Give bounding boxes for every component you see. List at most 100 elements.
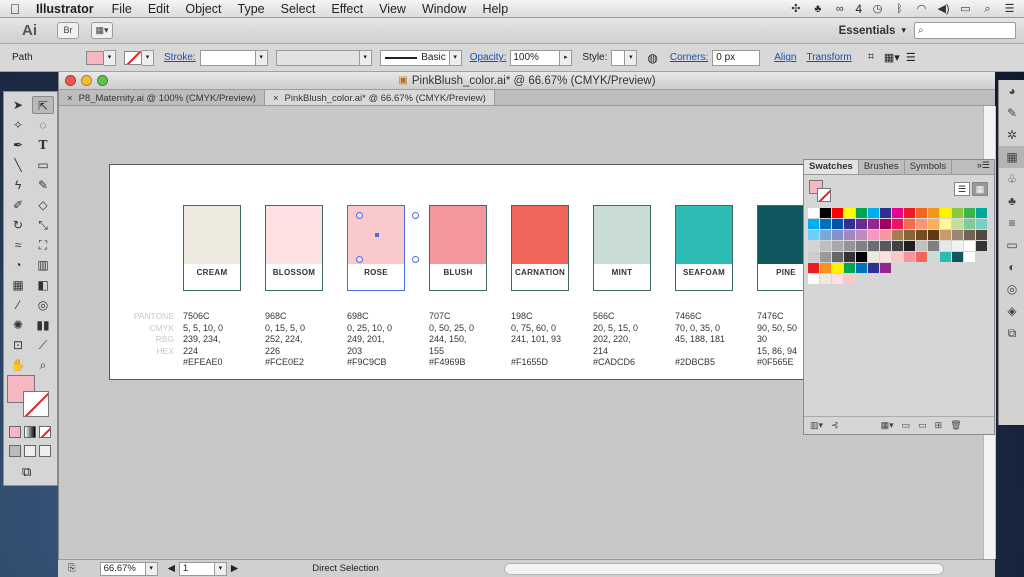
stroke-weight-field[interactable] — [199, 49, 256, 66]
swatch[interactable] — [844, 208, 855, 218]
arrange-documents-button[interactable]: ▦▾ — [91, 22, 113, 39]
swatch[interactable] — [904, 230, 915, 240]
swatch[interactable] — [868, 230, 879, 240]
swatch[interactable] — [880, 208, 891, 218]
stroke-dropdown[interactable]: ▾ — [142, 49, 154, 66]
grid-view-icon[interactable]: ▦ — [972, 182, 988, 196]
corners-field[interactable]: 0 px — [712, 49, 761, 66]
draw-inside-icon[interactable] — [39, 445, 51, 457]
zoom-menu-arrow[interactable]: ▾ — [145, 561, 158, 576]
swatch[interactable] — [880, 219, 891, 229]
artboards-icon[interactable]: ⧉ — [999, 322, 1024, 344]
menu-view[interactable]: View — [371, 2, 414, 16]
swatch[interactable] — [964, 219, 975, 229]
notification-center-icon[interactable]: ☰ — [1003, 3, 1016, 15]
anchor-point-handle[interactable] — [356, 256, 363, 263]
shape-builder-tool-icon[interactable]: ◔ — [7, 256, 29, 274]
volume-icon[interactable]: ◀) — [937, 3, 950, 15]
menu-window[interactable]: Window — [414, 2, 474, 16]
swatch[interactable] — [916, 241, 927, 251]
next-artboard-icon[interactable]: ▶ — [231, 563, 238, 574]
corners-link[interactable]: Corners: — [666, 52, 712, 63]
menu-help[interactable]: Help — [474, 2, 516, 16]
swatch[interactable] — [844, 230, 855, 240]
swatch[interactable] — [832, 252, 843, 262]
menu-file[interactable]: File — [104, 2, 140, 16]
swatch[interactable] — [808, 274, 819, 284]
zoom-tool-icon[interactable]: ⌕ — [32, 356, 54, 374]
dropbox-icon[interactable]: ✣ — [789, 3, 802, 15]
swatch-options-icon[interactable]: ▦▾ — [881, 420, 894, 431]
list-view-icon[interactable]: ☰ — [954, 182, 970, 196]
gradient-button[interactable] — [24, 426, 36, 438]
brush-definition[interactable]: Basic — [379, 49, 450, 66]
swatch[interactable] — [964, 208, 975, 218]
swatch[interactable] — [868, 219, 879, 229]
variable-width-profile[interactable] — [275, 49, 360, 66]
anchor-point-handle[interactable] — [412, 256, 419, 263]
spotlight-icon[interactable]: ⌕ — [981, 3, 994, 15]
new-folder-icon[interactable]: ▭ — [918, 420, 927, 431]
swatch-stroke-preview[interactable] — [817, 188, 831, 202]
swatch[interactable] — [844, 252, 855, 262]
symbols-icon[interactable]: ✲ — [999, 124, 1024, 146]
draw-behind-icon[interactable] — [24, 445, 36, 457]
bluetooth-icon[interactable]: ᛒ — [893, 3, 906, 15]
swatch[interactable] — [892, 230, 903, 240]
swatch[interactable] — [976, 208, 987, 218]
opacity-field[interactable]: 100% — [510, 49, 561, 66]
swatch[interactable] — [832, 230, 843, 240]
tab-swatches[interactable]: Swatches — [804, 160, 859, 174]
transparency-icon[interactable]: ◐ — [999, 256, 1024, 278]
swatch[interactable] — [808, 241, 819, 251]
swatch[interactable] — [832, 208, 843, 218]
swatch[interactable] — [904, 252, 915, 262]
battery-icon[interactable]: ▭ — [959, 3, 972, 15]
swatch[interactable] — [868, 252, 879, 262]
swatch[interactable] — [964, 230, 975, 240]
swatch-libraries-icon[interactable]: ▥▾ — [810, 420, 823, 431]
color-chip-carnation[interactable]: CARNATION — [511, 205, 569, 291]
app-menu[interactable]: Illustrator — [30, 2, 104, 16]
minimize-window-button[interactable] — [81, 75, 92, 86]
lasso-tool-icon[interactable]: ◌ — [32, 116, 54, 134]
rectangle-tool-icon[interactable]: ▭ — [32, 156, 54, 174]
swatch[interactable] — [844, 241, 855, 251]
fill-swatch[interactable] — [86, 50, 104, 65]
swatch[interactable] — [868, 241, 879, 251]
time-machine-icon[interactable]: ◷ — [871, 3, 884, 15]
swatch[interactable] — [880, 230, 891, 240]
swatch[interactable] — [916, 219, 927, 229]
menu-select[interactable]: Select — [273, 2, 324, 16]
apple-menu-icon[interactable]:  — [0, 1, 30, 17]
color-chip-cream[interactable]: CREAM — [183, 205, 241, 291]
swatch[interactable] — [844, 263, 855, 273]
opacity-link[interactable]: Opacity: — [466, 52, 511, 63]
stroke-swatch[interactable] — [124, 50, 142, 65]
opacity-dropdown[interactable]: ▸ — [560, 49, 573, 66]
anchor-point-handle[interactable] — [356, 212, 363, 219]
align-link[interactable]: Align — [770, 52, 800, 63]
graphic-style-swatch[interactable] — [611, 49, 626, 66]
panel-menu-icon[interactable]: »☰ — [973, 160, 994, 174]
swatch[interactable] — [928, 252, 939, 262]
eraser-tool-icon[interactable]: ◇ — [32, 196, 54, 214]
swatch[interactable] — [904, 208, 915, 218]
swatch[interactable] — [820, 252, 831, 262]
width-tool-icon[interactable]: ≈ — [7, 236, 29, 254]
eyedropper-tool-icon[interactable]: ⁄ — [7, 296, 29, 314]
swatch[interactable] — [952, 230, 963, 240]
none-button[interactable] — [39, 426, 51, 438]
draw-normal-icon[interactable] — [9, 445, 21, 457]
variable-width-dropdown[interactable]: ▾ — [359, 49, 372, 66]
new-swatch-icon[interactable]: ⊞ — [935, 420, 943, 431]
swatch[interactable] — [832, 219, 843, 229]
swatch[interactable] — [940, 252, 951, 262]
color-chip-pine[interactable]: PINE — [757, 205, 808, 291]
swatch[interactable] — [820, 263, 831, 273]
graphic-style-dropdown[interactable]: ▾ — [625, 49, 638, 66]
swatch[interactable] — [976, 219, 987, 229]
swatch[interactable] — [808, 230, 819, 240]
swatch[interactable] — [940, 241, 951, 251]
pen-tool-icon[interactable]: ✒ — [7, 136, 29, 154]
